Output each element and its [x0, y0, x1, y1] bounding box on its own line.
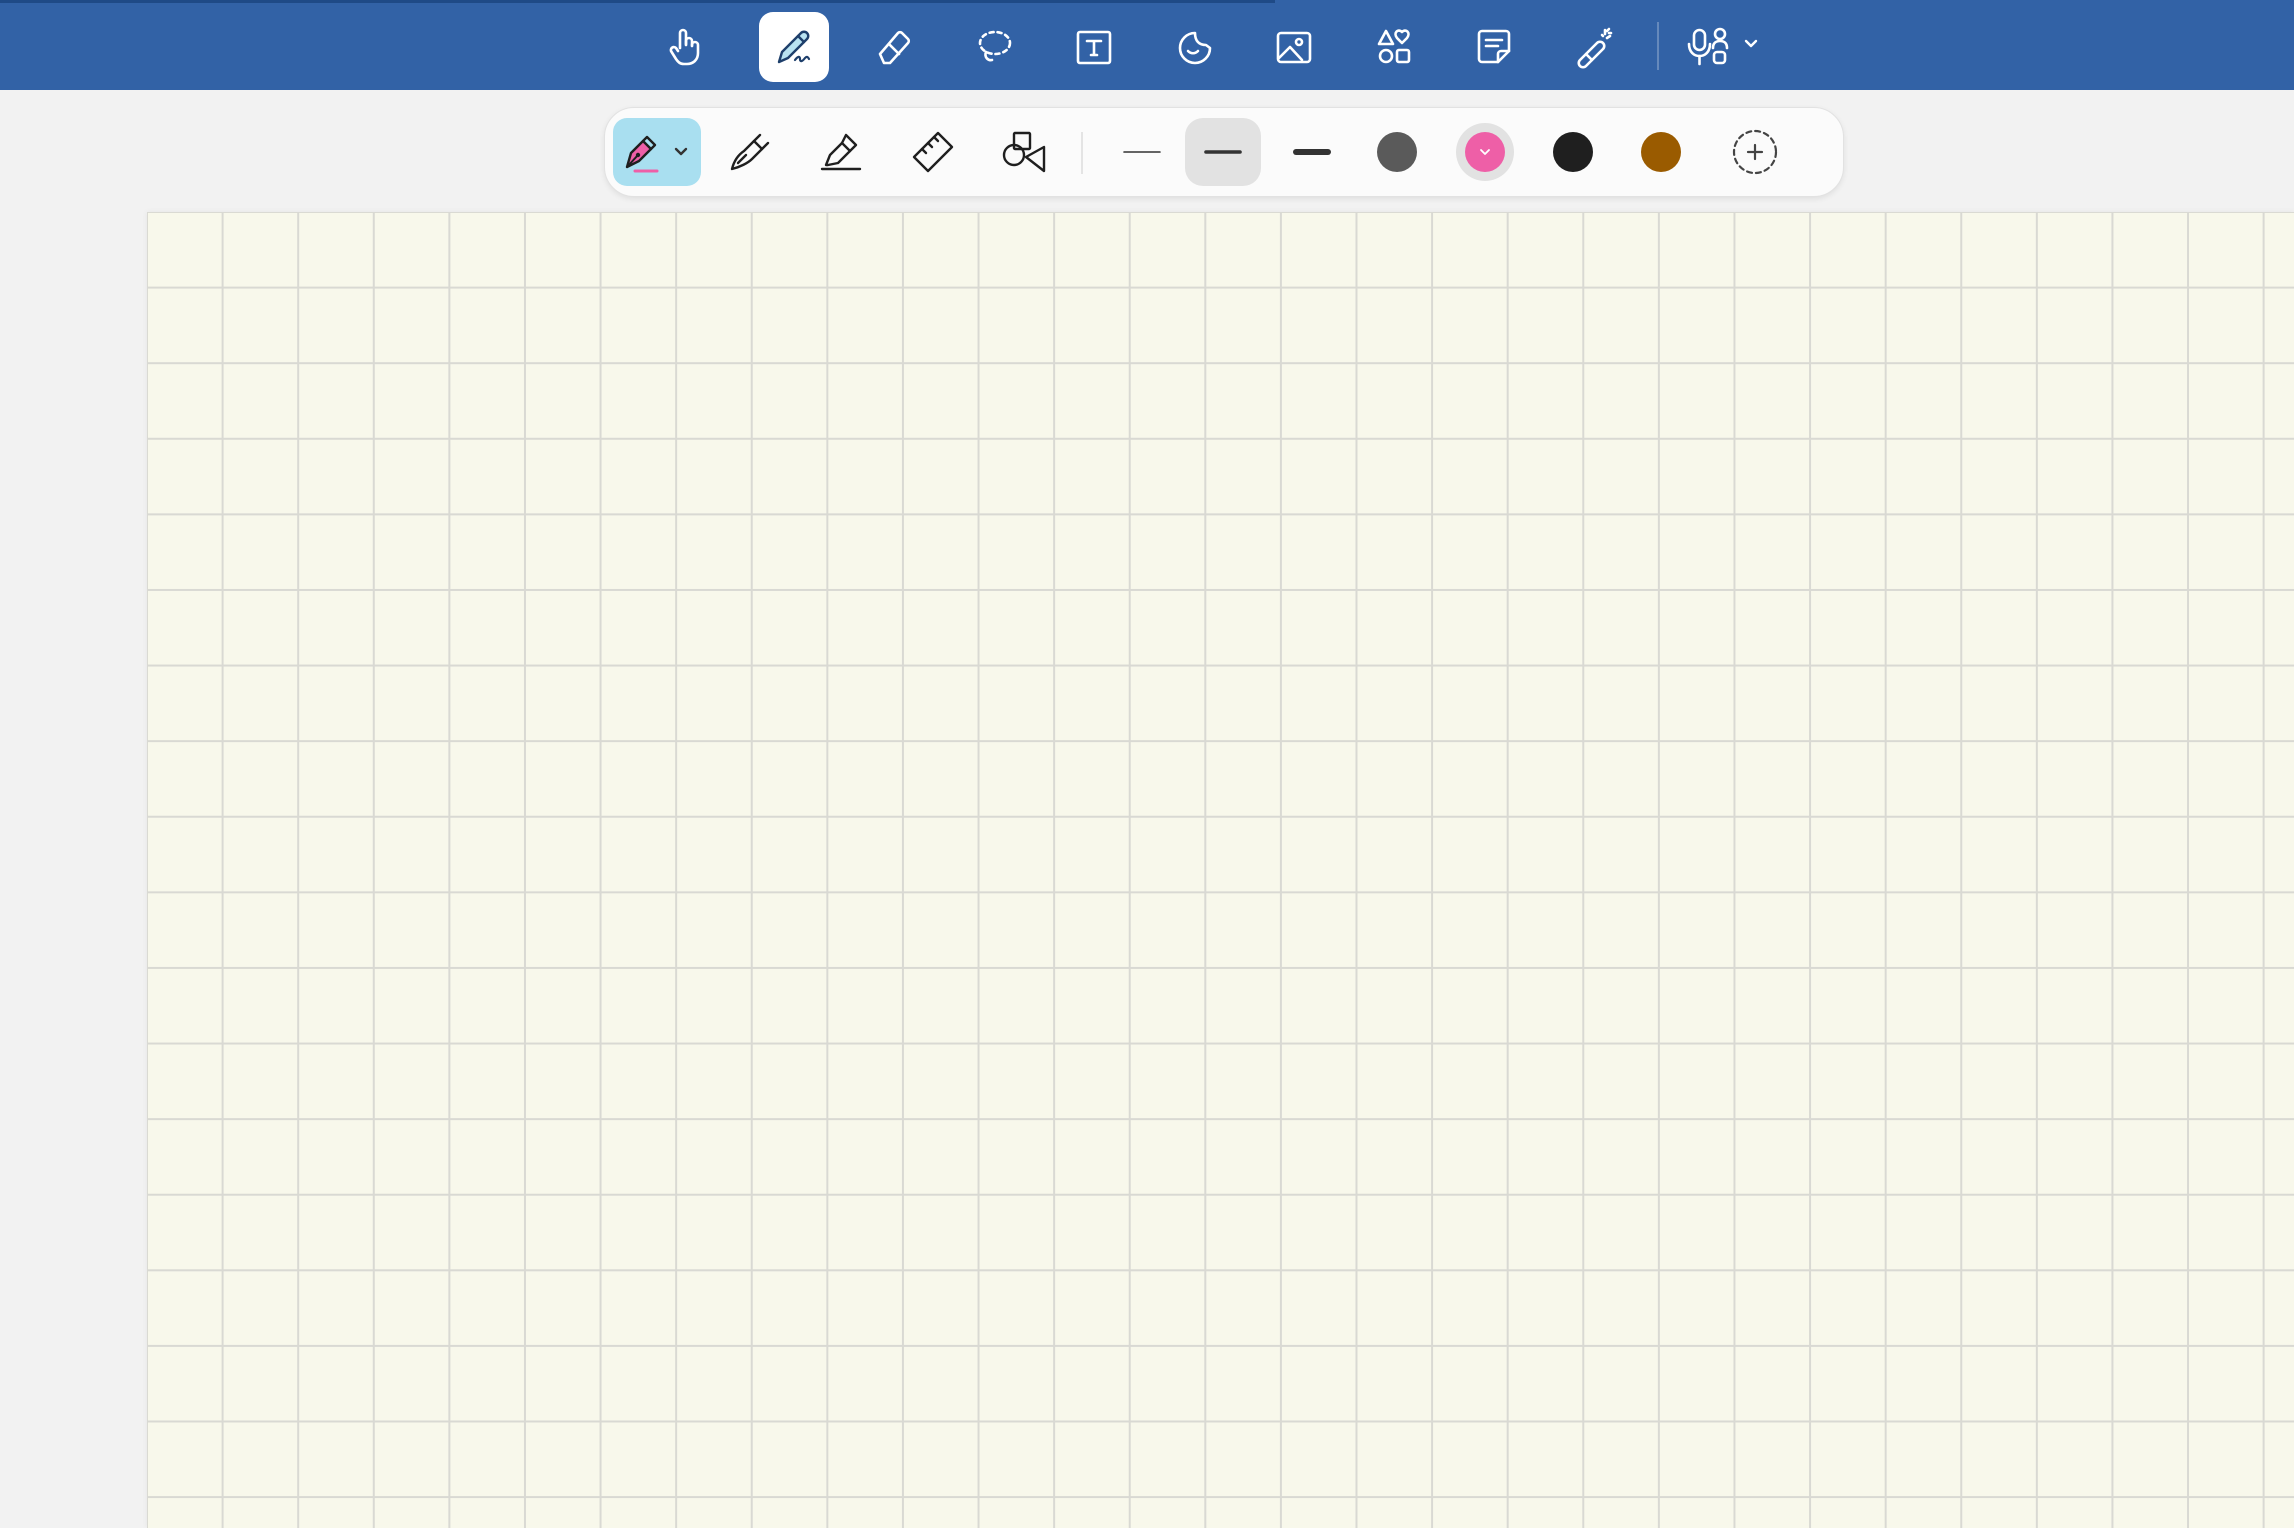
stroke-width-thin-button[interactable] [1105, 118, 1179, 186]
thin-line-icon [1123, 151, 1161, 153]
shape-pen-icon [1002, 131, 1046, 173]
tool-strip [0, 0, 2294, 90]
text-box-tool-button[interactable] [1059, 12, 1129, 82]
color-swatch-gray[interactable] [1377, 132, 1417, 172]
image-icon [1276, 31, 1312, 64]
pen-options-toolbar [604, 107, 1844, 197]
stroke-width-medium-button[interactable] [1185, 118, 1261, 186]
note-canvas-grid[interactable] [147, 212, 2294, 1528]
hand-icon [669, 28, 700, 66]
fountain-pen-icon [625, 135, 688, 173]
sticker-tool-button[interactable] [1160, 12, 1230, 82]
sticky-note-icon [1477, 29, 1511, 64]
brush-pen-icon [730, 133, 770, 171]
toolbar-divider [1657, 22, 1659, 70]
pen-type-fountain-button[interactable] [613, 118, 701, 186]
shapes-icon [1377, 29, 1411, 64]
ruler-button[interactable] [901, 118, 965, 186]
top-toolbar [0, 0, 2294, 90]
stroke-width-thick-button[interactable] [1275, 118, 1349, 186]
pen-type-highlighter-button[interactable] [809, 118, 873, 186]
pen-tool-button[interactable] [759, 12, 829, 82]
pen-toolbar-divider [1081, 132, 1083, 174]
ruler-icon [912, 131, 954, 173]
microphone-record-icon [1687, 27, 1758, 66]
medium-line-icon [1204, 150, 1242, 154]
text-box-icon [1076, 30, 1112, 65]
laser-pointer-tool-button[interactable] [1559, 12, 1629, 82]
shapes-tool-button[interactable] [1359, 12, 1429, 82]
lasso-icon [978, 30, 1012, 62]
highlighter-icon [820, 133, 862, 171]
chevron-down-icon [1480, 149, 1490, 155]
color-swatch-brown[interactable] [1641, 132, 1681, 172]
sticky-note-tool-button[interactable] [1459, 12, 1529, 82]
audio-recording-button[interactable] [1680, 12, 1780, 82]
sticker-icon [1178, 31, 1212, 65]
laser-pointer-icon [1577, 27, 1613, 69]
image-tool-button[interactable] [1259, 12, 1329, 82]
eraser-icon [878, 30, 911, 65]
pen-type-brush-button[interactable] [717, 118, 781, 186]
color-swatch-pink[interactable] [1465, 132, 1505, 172]
add-color-button[interactable] [1717, 118, 1793, 186]
eraser-tool-button[interactable] [858, 12, 928, 82]
shape-pen-button[interactable] [993, 118, 1057, 186]
thick-line-icon [1293, 149, 1331, 155]
add-color-icon [1732, 129, 1778, 175]
color-swatch-black[interactable] [1553, 132, 1593, 172]
hand-tool-button[interactable] [650, 12, 720, 82]
lasso-tool-button[interactable] [959, 12, 1029, 82]
pen-icon [777, 30, 811, 64]
